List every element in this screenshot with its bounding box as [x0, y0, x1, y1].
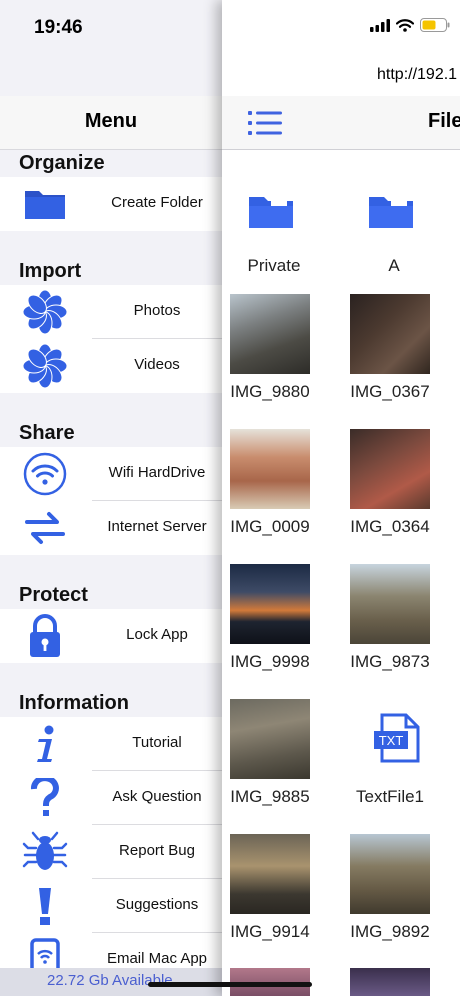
file-name: IMG_9880: [230, 382, 310, 401]
file-panel: http://192.1 File Private A IMG_9880 IMG…: [222, 0, 460, 996]
menu-title: Menu: [84, 110, 138, 132]
file-item-img-9998[interactable]: IMG_9998: [222, 556, 328, 686]
file-name: IMG_9885: [230, 787, 310, 806]
files-header: File: [222, 96, 460, 150]
menu-item-report-bug[interactable]: Report Bug: [0, 825, 222, 879]
section-title-protect: Protect: [19, 584, 88, 606]
photos-flower-icon: [22, 344, 68, 388]
file-name: IMG_9914: [230, 922, 310, 941]
menu-item-label: Wifi HardDrive: [108, 464, 206, 481]
photo-thumbnail: [350, 429, 430, 509]
menu-item-videos[interactable]: Videos: [0, 339, 222, 393]
file-item-a[interactable]: A: [342, 160, 452, 290]
menu-item-tutorial[interactable]: Tutorial: [0, 717, 222, 771]
menu-item-ask-question[interactable]: Ask Question: [0, 771, 222, 825]
file-name: IMG_9892: [350, 922, 430, 941]
file-name: IMG_9873: [350, 652, 430, 671]
menu-item-label: Create Folder: [111, 194, 203, 211]
folder-icon: [367, 194, 415, 235]
photos-flower-icon: [22, 290, 68, 334]
exclamation-icon: [22, 885, 68, 927]
menu-panel: 19:46 Menu Organize Create Folder Import…: [0, 0, 222, 996]
menu-item-label: Videos: [134, 356, 180, 373]
home-indicator[interactable]: [148, 982, 312, 987]
section-title-organize: Organize: [19, 152, 105, 174]
section-title-import: Import: [19, 260, 82, 282]
file-item-textfile1[interactable]: TXT TextFile1: [338, 691, 448, 821]
wifi-icon: [22, 452, 68, 496]
photo-thumbnail: [230, 429, 310, 509]
folder-icon: [247, 194, 295, 235]
file-item-img-0364[interactable]: IMG_0364: [338, 421, 448, 551]
menu-item-label: Report Bug: [119, 842, 195, 859]
photo-thumbnail: [230, 699, 310, 779]
file-name: TextFile1: [355, 787, 425, 806]
folder-icon: [22, 183, 68, 225]
photo-thumbnail: [350, 564, 430, 644]
txt-badge: TXT: [379, 733, 404, 748]
question-icon: [22, 777, 68, 819]
file-item-img-9880[interactable]: IMG_9880: [222, 286, 328, 416]
file-item-img-9892[interactable]: IMG_9892: [338, 826, 448, 956]
menu-item-internet-server[interactable]: Internet Server: [0, 501, 222, 555]
section-title-share: Share: [19, 422, 75, 444]
file-name: IMG_0009: [230, 517, 310, 536]
file-item-img-9885[interactable]: IMG_9885: [222, 691, 328, 821]
menu-item-photos[interactable]: Photos: [0, 285, 222, 339]
menu-item-label: Photos: [133, 302, 181, 319]
file-name: IMG_0364: [350, 517, 430, 536]
files-title: File: [428, 110, 460, 132]
menu-header: Menu: [0, 96, 222, 150]
menu-item-wifi-harddrive[interactable]: Wifi HardDrive: [0, 447, 222, 501]
menu-item-label: Internet Server: [107, 518, 207, 535]
file-name: Private: [247, 256, 301, 275]
menu-item-label: Lock App: [126, 626, 188, 643]
menu-item-label: Tutorial: [132, 734, 182, 751]
photo-thumbnail: [350, 294, 430, 374]
section-title-information: Information: [19, 692, 129, 714]
file-item-img-9873[interactable]: IMG_9873: [338, 556, 448, 686]
photo-thumbnail: [230, 834, 310, 914]
file-name: A: [388, 256, 400, 275]
server-url[interactable]: http://192.1: [377, 66, 457, 84]
photo-thumbnail[interactable]: [350, 968, 430, 996]
menu-item-create-folder[interactable]: Create Folder: [0, 177, 222, 231]
bug-icon: [22, 831, 68, 873]
transfer-arrows-icon: [22, 507, 68, 549]
file-item-private[interactable]: Private: [222, 160, 332, 290]
wifi-status-icon: [396, 18, 414, 32]
info-icon: [22, 723, 68, 765]
lock-icon: [22, 614, 68, 657]
file-item-img-0367[interactable]: IMG_0367: [338, 286, 448, 416]
file-item-img-0009[interactable]: IMG_0009: [222, 421, 328, 551]
menu-item-suggestions[interactable]: Suggestions: [0, 879, 222, 933]
photo-thumbnail: [230, 294, 310, 374]
menu-item-lock-app[interactable]: Lock App: [0, 609, 222, 663]
status-icons: [370, 18, 450, 32]
file-item-img-9914[interactable]: IMG_9914: [222, 826, 328, 956]
battery-icon: [420, 18, 450, 32]
menu-item-label: Ask Question: [112, 788, 202, 805]
photo-thumbnail: [350, 834, 430, 914]
menu-item-label: Suggestions: [115, 896, 199, 913]
menu-item-label: Email Mac App: [106, 950, 208, 967]
signal-icon: [370, 18, 390, 32]
text-file-icon: TXT: [372, 713, 424, 768]
status-time: 19:46: [34, 17, 83, 38]
file-name: IMG_9998: [230, 652, 310, 671]
file-name: IMG_0367: [350, 382, 430, 401]
photo-thumbnail: [230, 564, 310, 644]
list-menu-icon[interactable]: [248, 110, 284, 136]
